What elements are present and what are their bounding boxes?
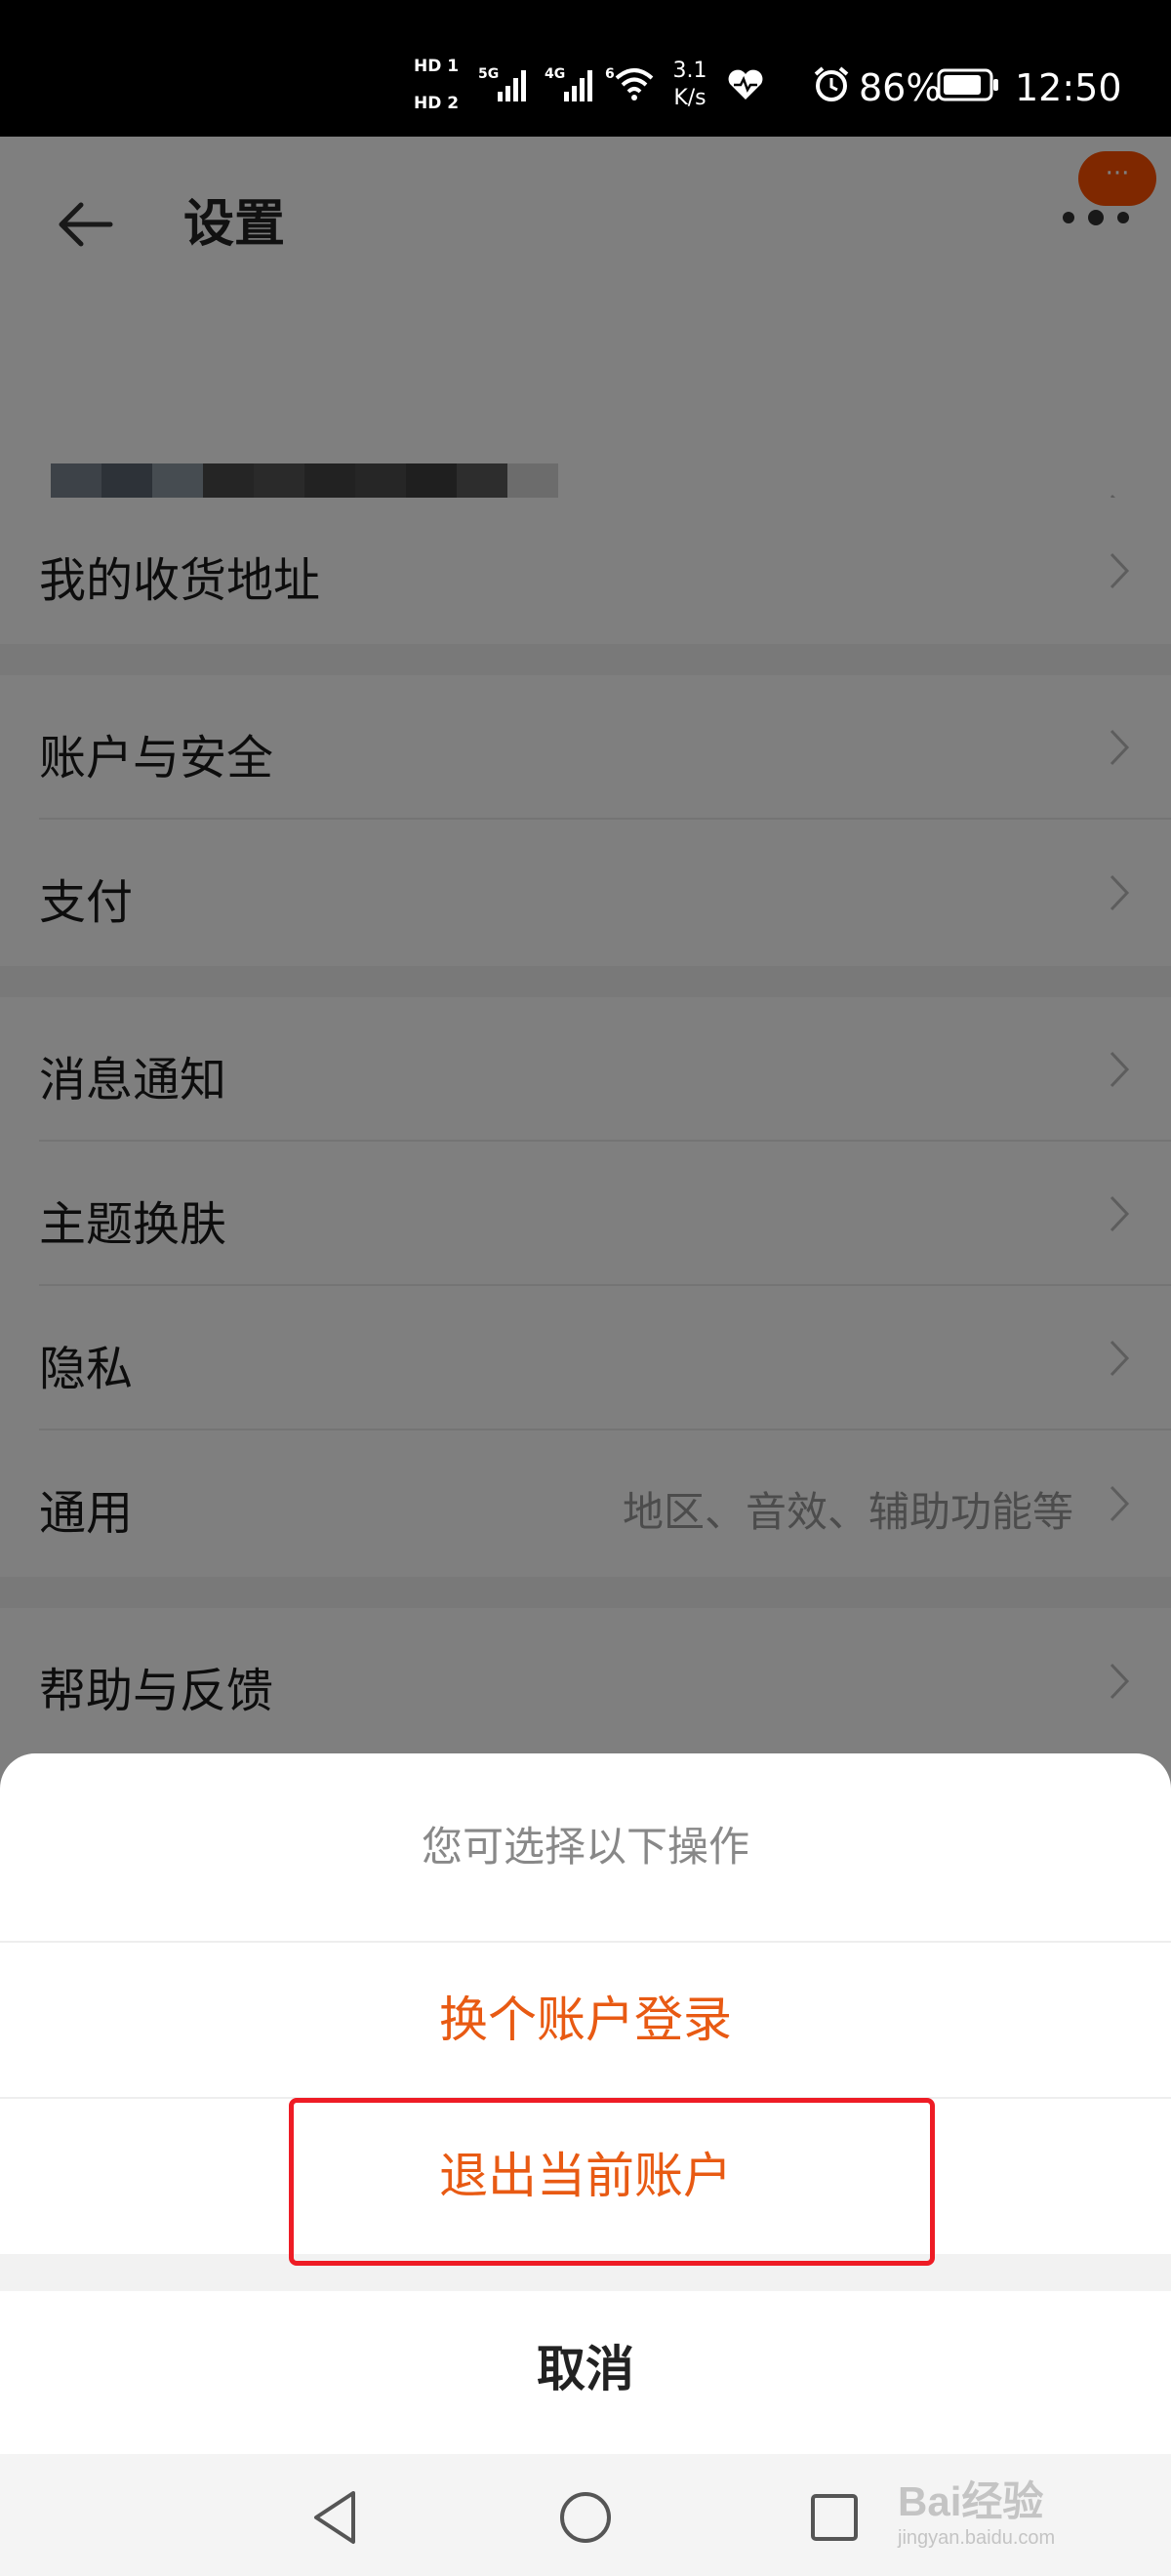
battery-percent: 86% — [859, 66, 942, 109]
signal-icon-2 — [564, 70, 592, 101]
nav-recents-icon[interactable] — [800, 2483, 868, 2552]
highlight-annotation-box — [289, 2098, 935, 2266]
watermark-main: Bai经验 — [898, 2478, 1044, 2524]
cancel-button[interactable]: 取消 — [0, 2291, 1171, 2454]
nav-back-icon[interactable] — [303, 2483, 371, 2552]
clock: 12:50 — [1015, 66, 1122, 109]
hd1-indicator: HD 1 — [414, 57, 460, 76]
speed-value: 3.1 — [672, 59, 707, 83]
hd2-indicator: HD 2 — [414, 94, 460, 113]
health-heart-icon — [728, 69, 763, 100]
watermark: Bai经验 jingyan.baidu.com — [898, 2457, 1132, 2564]
status-bar: HD 1 HD 2 5G 4G 6 3.1 K/s 86% 12:50 — [0, 0, 1171, 137]
switch-account-button[interactable]: 换个账户登录 — [0, 1943, 1171, 2097]
nav-home-icon[interactable] — [551, 2483, 620, 2552]
watermark-sub: jingyan.baidu.com — [898, 2527, 1056, 2549]
wifi-icon — [615, 68, 654, 101]
action-sheet-title: 您可选择以下操作 — [421, 1823, 749, 1871]
speed-unit: K/s — [673, 86, 707, 110]
alarm-icon — [814, 66, 849, 101]
signal-icon — [498, 70, 526, 101]
battery-icon — [937, 68, 998, 101]
